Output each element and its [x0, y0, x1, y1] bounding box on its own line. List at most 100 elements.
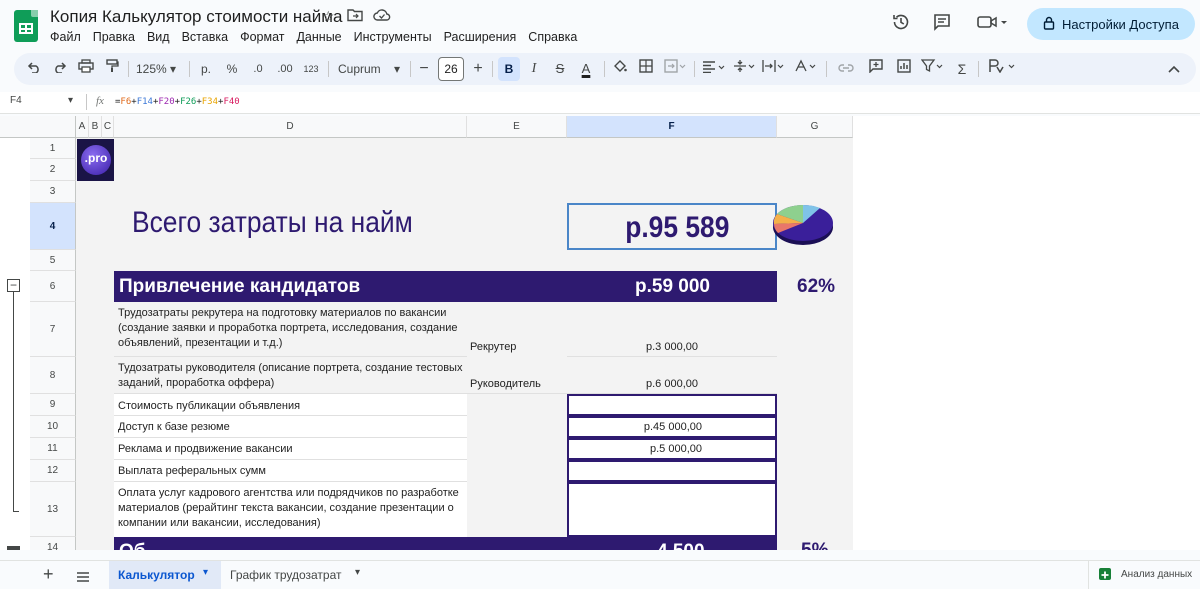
italic-button[interactable]: I — [524, 53, 544, 85]
menu-extensions[interactable]: Расширения — [444, 30, 523, 44]
document-title[interactable]: Копия Калькулятор стоимости найма — [50, 7, 342, 27]
sheet-tab[interactable]: График трудозатрат ▾ — [221, 561, 371, 589]
formula-input[interactable]: =F6+F14+F20+F26+F34+F40 — [115, 97, 240, 107]
col-header-f[interactable]: F — [567, 116, 777, 138]
row8-value: р.6 000,00 — [646, 378, 698, 390]
name-box[interactable]: F4 ▾ — [10, 95, 73, 106]
filter-icon[interactable] — [920, 53, 946, 85]
horizontal-align-icon[interactable] — [700, 53, 728, 85]
borders-icon[interactable] — [636, 53, 656, 85]
add-sheet-button[interactable]: + — [43, 564, 54, 585]
font-size-increase-button[interactable]: + — [470, 53, 486, 85]
chevron-down-icon: ▾ — [68, 95, 74, 106]
vertical-align-icon[interactable] — [732, 53, 758, 85]
insert-link-icon[interactable] — [836, 53, 856, 85]
row-header-14[interactable]: 14 — [30, 537, 76, 550]
fill-color-icon[interactable] — [610, 53, 630, 85]
percent-format-button[interactable]: % — [222, 53, 242, 85]
row8-role: Руководитель — [470, 378, 541, 390]
sheet-tab-label-1: График трудозатрат — [230, 568, 342, 582]
col-header-d[interactable]: D — [114, 116, 467, 138]
move-folder-icon[interactable] — [347, 8, 363, 25]
font-size-input[interactable]: 26 — [438, 57, 464, 81]
row-header-6[interactable]: 6 — [30, 271, 76, 302]
menu-view[interactable]: Вид — [147, 30, 176, 44]
currency-format-button[interactable]: р. — [196, 53, 216, 85]
font-select[interactable]: Cuprum ▾ — [334, 53, 404, 85]
functions-icon[interactable]: Σ — [954, 53, 970, 85]
redo-icon[interactable] — [50, 53, 70, 85]
cell-f4-selected[interactable]: р.95 589 — [567, 203, 777, 250]
row10-desc: Доступ к базе резюме — [118, 421, 230, 433]
font-name: Cuprum — [338, 62, 381, 76]
merge-cells-icon[interactable] — [662, 53, 688, 85]
row-header-11[interactable]: 11 — [30, 438, 76, 460]
chevron-down-icon: ▾ — [355, 567, 361, 578]
version-history-icon[interactable] — [890, 12, 912, 34]
total-value: р.95 589 — [624, 211, 729, 244]
row-header-8[interactable]: 8 — [30, 357, 76, 394]
comments-icon[interactable] — [931, 12, 953, 34]
col-header-a[interactable]: A — [76, 116, 89, 138]
col-header-b[interactable]: B — [89, 116, 102, 138]
text-color-button[interactable]: A — [576, 53, 596, 85]
strikethrough-button[interactable]: S — [550, 53, 570, 85]
meet-video-icon[interactable] — [975, 12, 1009, 34]
row-header-9[interactable]: 9 — [30, 394, 76, 416]
toolbar: 125% ▾ р. % .0 .00 123 Cuprum ▾ − 26 + B… — [14, 53, 1196, 85]
row-header-5[interactable]: 5 — [30, 250, 76, 271]
row12-value-cell[interactable] — [567, 460, 777, 482]
text-rotation-icon[interactable] — [792, 53, 820, 85]
share-button[interactable]: Настройки Доступа — [1027, 8, 1195, 40]
row-header-13[interactable]: 13 — [30, 482, 76, 537]
select-all-corner[interactable] — [0, 116, 76, 138]
decrease-decimal-button[interactable]: .0 — [246, 53, 270, 85]
col-header-e[interactable]: E — [467, 116, 567, 138]
bold-button[interactable]: B — [498, 57, 520, 81]
row-header-4[interactable]: 4 — [30, 203, 76, 250]
menu-tools[interactable]: Инструменты — [354, 30, 438, 44]
row-header-10[interactable]: 10 — [30, 416, 76, 438]
menu-data[interactable]: Данные — [296, 30, 347, 44]
input-tools-icon[interactable] — [986, 53, 1020, 85]
row-header-12[interactable]: 12 — [30, 460, 76, 482]
paint-format-icon[interactable] — [102, 53, 122, 85]
formula-cell-ref: F40 — [223, 97, 240, 107]
row10-value-cell[interactable]: р.45 000,00 — [567, 416, 777, 438]
row-header-3[interactable]: 3 — [30, 181, 76, 203]
sheet-tab-active[interactable]: Калькулятор ▾ — [109, 561, 221, 589]
row11-value-cell[interactable]: р.5 000,00 — [567, 438, 777, 460]
print-icon[interactable] — [76, 53, 96, 85]
explore-button[interactable]: Анализ данных — [1088, 561, 1200, 589]
star-icon[interactable]: ☆ — [322, 8, 335, 25]
menu-format[interactable]: Формат — [240, 30, 290, 44]
font-size-decrease-button[interactable]: − — [416, 53, 432, 85]
increase-decimal-button[interactable]: .00 — [272, 53, 298, 85]
row-header-2[interactable]: 2 — [30, 159, 76, 181]
sheet-tabs-bar: + Калькулятор ▾ График трудозатрат ▾ Ана… — [0, 560, 1200, 589]
menu-file[interactable]: Файл — [50, 30, 87, 44]
group-collapse-button-2[interactable] — [7, 546, 20, 550]
menu-insert[interactable]: Вставка — [182, 30, 234, 44]
collapse-menus-icon[interactable] — [1164, 53, 1184, 85]
cloud-saved-icon[interactable] — [373, 8, 391, 25]
group-collapse-button[interactable]: − — [7, 279, 20, 292]
row-header-1[interactable]: 1 — [30, 138, 76, 159]
menu-edit[interactable]: Правка — [93, 30, 141, 44]
row-header-7[interactable]: 7 — [30, 302, 76, 357]
row9-value-cell[interactable] — [567, 394, 777, 416]
col-header-c[interactable]: C — [102, 116, 114, 138]
more-formats-button[interactable]: 123 — [300, 53, 322, 85]
zoom-select[interactable]: 125% ▾ — [130, 53, 182, 85]
row13-value-cell[interactable] — [567, 482, 777, 537]
sheets-logo-icon[interactable] — [14, 10, 38, 42]
menu-bar: Файл Правка Вид Вставка Формат Данные Ин… — [50, 30, 589, 44]
cell-ref: F4 — [10, 95, 22, 106]
insert-comment-icon[interactable] — [866, 53, 886, 85]
menu-help[interactable]: Справка — [528, 30, 583, 44]
undo-icon[interactable] — [24, 53, 44, 85]
col-header-g[interactable]: G — [777, 116, 853, 138]
all-sheets-icon[interactable] — [76, 569, 90, 582]
insert-chart-icon[interactable] — [894, 53, 914, 85]
text-wrap-icon[interactable] — [760, 53, 788, 85]
